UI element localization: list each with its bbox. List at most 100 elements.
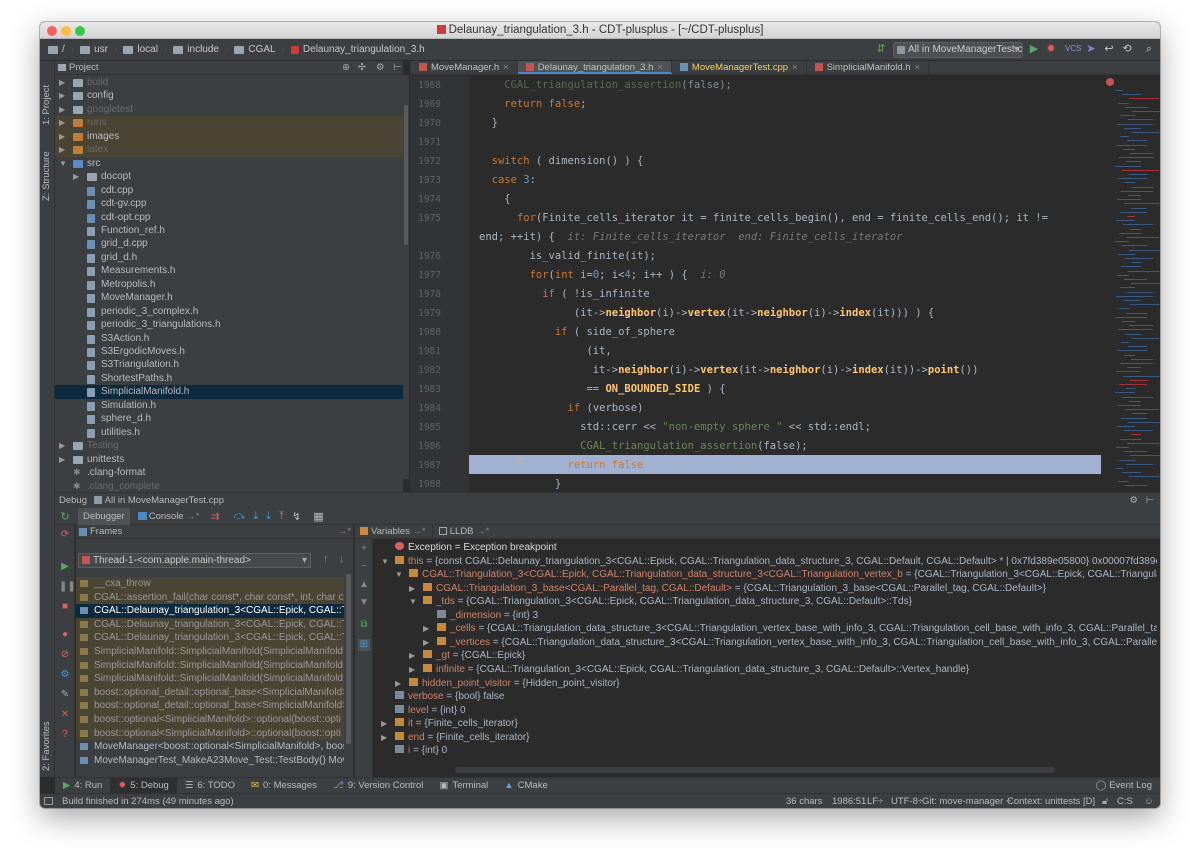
tool-tab-9-version-control[interactable]: ⎇ 9: Version Control <box>325 778 431 793</box>
chevron-right-icon[interactable]: ▶ <box>423 636 433 650</box>
tool-tab-5-debug[interactable]: ✹ 5: Debug <box>110 778 177 793</box>
lldb-tab[interactable]: LLDB →* <box>431 525 496 538</box>
copy-icon[interactable]: ⧉ <box>358 619 370 631</box>
tool-tab-terminal[interactable]: ▣ Terminal <box>431 778 496 793</box>
hide-panel-icon[interactable]: ⊢ <box>1146 493 1154 509</box>
tree-item[interactable]: cdt-opt.cpp <box>55 211 403 225</box>
variable-row[interactable]: ▼ _tds = {CGAL::Triangulation_3<CGAL::Epi… <box>409 595 1157 609</box>
help-icon[interactable]: ? <box>59 729 71 741</box>
tool-tab-4-run[interactable]: ▶ 4: Run <box>55 778 110 793</box>
gear-icon[interactable]: ⚙ <box>376 61 385 75</box>
chevron-down-icon[interactable]: ▼ <box>381 555 391 569</box>
tree-item[interactable]: Measurements.h <box>55 264 403 278</box>
editor-tab[interactable]: MoveManager.h × <box>411 61 518 74</box>
variable-row[interactable]: ▶ it = {Finite_cells_iterator} <box>381 717 1157 731</box>
breadcrumb-item[interactable]: usr › <box>80 44 117 55</box>
run-to-cursor-icon[interactable]: ↯ <box>292 510 301 523</box>
tree-item[interactable]: ✱ .clang_complete <box>55 480 403 494</box>
event-log-button[interactable]: ◯ Event Log <box>1096 778 1152 794</box>
mute-breakpoints-icon[interactable]: ⊘ <box>59 649 71 661</box>
tree-item[interactable]: cdt.cpp <box>55 184 403 198</box>
close-window-button[interactable] <box>47 26 57 36</box>
stack-frame[interactable]: MoveManagerTest_MakeA23Move_Test::TestBo… <box>76 754 344 768</box>
resume-icon[interactable]: ▶ <box>59 561 71 573</box>
chevron-right-icon[interactable]: ▶ <box>59 453 65 467</box>
variable-row[interactable]: ▶ hidden_point_visitor = {Hidden_point_vi… <box>395 677 1157 691</box>
stack-frame[interactable]: SimplicialManifold::SimplicialManifold(S… <box>76 645 344 659</box>
tool-tab-6-todo[interactable]: ☰ 6: TODO <box>177 778 243 793</box>
stack-frame[interactable]: __cxa_throw <box>76 577 344 591</box>
view-breakpoints-icon[interactable]: ● <box>59 629 71 641</box>
close-icon[interactable]: ✕ <box>59 709 71 721</box>
tree-item[interactable]: ▶ images <box>55 129 403 144</box>
status-message[interactable]: Build finished in 274ms (49 minutes ago) <box>62 794 234 808</box>
tree-item[interactable]: ▶ build <box>55 76 403 90</box>
variable-row[interactable]: _dimension = {int} 3 <box>423 609 1157 623</box>
collapse-all-icon[interactable]: ✣ <box>358 61 366 75</box>
inspector-icon[interactable]: ☺︎ <box>1144 794 1154 808</box>
close-icon[interactable]: × <box>915 62 921 73</box>
tree-item[interactable]: ▶ unittests <box>55 453 403 467</box>
scroll-from-source-icon[interactable]: ⊕ <box>342 61 350 75</box>
variable-row[interactable]: ▶ _cells = {CGAL::Triangulation_data_stru… <box>423 622 1157 636</box>
tree-item[interactable]: Function_ref.h <box>55 224 403 238</box>
close-icon[interactable]: × <box>657 62 663 73</box>
chevron-down-icon[interactable]: ▼ <box>59 157 67 171</box>
move-up-icon[interactable]: ▲ <box>358 579 370 591</box>
tree-item[interactable]: ShortestPaths.h <box>55 372 403 386</box>
tree-item[interactable]: ▶ config <box>55 89 403 103</box>
status-git-branch[interactable]: Git: move-manager ÷ <box>922 794 1011 808</box>
breadcrumb-item[interactable]: CGAL › <box>234 44 285 55</box>
commit-icon[interactable]: ➤ <box>1084 42 1098 56</box>
stack-frame[interactable]: CGAL::assertion_fail(char const*, char c… <box>76 590 344 605</box>
chevron-right-icon[interactable]: ▶ <box>59 89 65 103</box>
stack-frame[interactable]: boost::optional<SimplicialManifold>::opt… <box>76 726 344 741</box>
chevron-right-icon[interactable]: ▶ <box>73 170 79 184</box>
remove-watch-icon[interactable]: − <box>358 561 370 573</box>
breadcrumb-item[interactable]: Delaunay_triangulation_3.h <box>290 44 425 55</box>
stack-frame[interactable]: boost::optional_detail::optional_base<Si… <box>76 685 344 700</box>
status-encoding[interactable]: UTF-8÷ <box>891 794 923 808</box>
project-tool-tab[interactable]: 1: Project <box>41 65 52 125</box>
breadcrumb-item[interactable]: / › <box>48 44 74 55</box>
show-watches-icon[interactable]: ⊞ <box>358 639 370 651</box>
step-out-icon[interactable]: ⤒ <box>279 510 284 523</box>
tree-item[interactable]: S3ErgodicMoves.h <box>55 345 403 359</box>
tree-item[interactable]: grid_d.h <box>55 251 403 265</box>
variable-row[interactable]: verbose = {bool} false <box>381 690 1157 704</box>
history-icon[interactable]: ⟲ <box>1120 42 1134 56</box>
tab-console[interactable]: Console →* <box>133 508 205 525</box>
variable-row[interactable]: i = {int} 0 <box>381 744 1157 758</box>
chevron-right-icon[interactable]: ▶ <box>381 717 391 731</box>
tree-item[interactable]: S3Triangulation.h <box>55 358 403 372</box>
tree-item[interactable]: ✱ .clang-format <box>55 466 403 480</box>
tab-debugger[interactable]: Debugger <box>78 507 130 525</box>
evaluate-icon[interactable]: ▦ <box>313 510 323 523</box>
zoom-window-button[interactable] <box>75 26 85 36</box>
editor-tab[interactable]: Delaunay_triangulation_3.h × <box>517 61 672 74</box>
restart-icon[interactable]: ⟳ <box>59 529 71 541</box>
chevron-right-icon[interactable]: ▶ <box>409 582 419 596</box>
chevron-right-icon[interactable]: ▶ <box>395 677 405 691</box>
tool-tab-0-messages[interactable]: ✉ 0: Messages <box>243 778 325 793</box>
editor-minimap-markers[interactable] <box>1101 76 1160 492</box>
hide-panel-icon[interactable]: ⊢ <box>393 61 401 75</box>
variable-row[interactable]: Exception = Exception breakpoint <box>381 541 1157 555</box>
chevron-down-icon[interactable]: ▼ <box>409 595 419 609</box>
error-indicator-icon[interactable] <box>1106 78 1114 86</box>
chevron-right-icon[interactable]: ▶ <box>59 116 65 130</box>
variable-row[interactable]: ▼ this = {const CGAL::Delaunay_triangulat… <box>381 555 1157 569</box>
tree-item[interactable]: S3Action.h <box>55 332 403 346</box>
tree-item[interactable]: SimplicialManifold.h <box>55 385 403 399</box>
breadcrumb-item[interactable]: local › <box>123 44 167 55</box>
revert-icon[interactable]: ↩ <box>1102 42 1116 56</box>
close-icon[interactable]: × <box>792 62 798 73</box>
variable-row[interactable]: ▶ end = {Finite_cells_iterator} <box>381 731 1157 745</box>
chevron-right-icon[interactable]: ▶ <box>409 649 419 663</box>
tree-item[interactable]: grid_d.cpp <box>55 237 403 251</box>
tree-item[interactable]: cdt-gv.cpp <box>55 197 403 211</box>
variable-row[interactable]: level = {int} 0 <box>381 704 1157 718</box>
pin-icon[interactable]: ✎ <box>59 689 71 701</box>
stack-frame[interactable]: CGAL::Delaunay_triangulation_3<CGAL::Epi… <box>76 604 344 618</box>
variable-row[interactable]: ▶ CGAL::Triangulation_3_base<CGAL::Parall… <box>409 582 1157 596</box>
